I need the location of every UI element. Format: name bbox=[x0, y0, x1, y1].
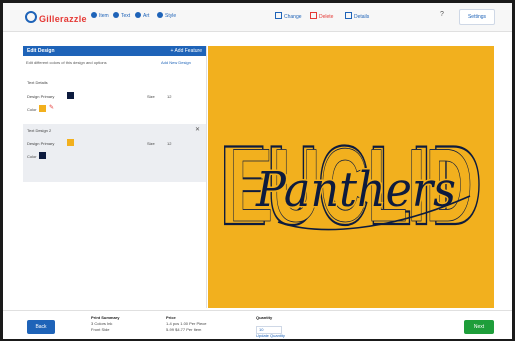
size-value[interactable]: 12 bbox=[167, 141, 171, 146]
section-title: Text Details bbox=[27, 80, 48, 85]
sidebar-title: Edit Design bbox=[27, 48, 55, 54]
step-icon bbox=[157, 12, 163, 18]
panthers-script-text[interactable]: Panthers bbox=[254, 161, 458, 220]
fill-color-label: Color bbox=[27, 107, 37, 112]
sidebar-header: Edit Design + Add Feature bbox=[23, 46, 206, 56]
close-icon[interactable]: ✕ bbox=[195, 126, 200, 133]
step-icon bbox=[91, 12, 97, 18]
settings-button[interactable]: Settings bbox=[459, 9, 495, 25]
update-quantity-link[interactable]: Update Quantity bbox=[256, 333, 285, 339]
change-icon bbox=[275, 12, 282, 19]
delete-icon bbox=[310, 12, 317, 19]
fill-color-label: Color bbox=[27, 154, 37, 159]
step-style[interactable]: Style bbox=[157, 12, 176, 19]
change-link[interactable]: Change bbox=[275, 12, 302, 20]
pencil-icon[interactable]: ✎ bbox=[49, 104, 54, 111]
design-artwork: EUCLID EUCLID EUCLID Panthers bbox=[219, 122, 483, 249]
back-button[interactable]: Back bbox=[27, 320, 55, 334]
size-value[interactable]: 12 bbox=[167, 94, 171, 99]
sidebar-subtitle: Edit different colors of this design and… bbox=[26, 60, 107, 65]
details-icon bbox=[345, 12, 352, 19]
add-feature-button[interactable]: + Add Feature bbox=[170, 46, 202, 56]
bottom-bar: Back Print Summary 3 Colors Ink Front Si… bbox=[3, 310, 512, 339]
step-text[interactable]: Text bbox=[113, 12, 130, 19]
add-new-design-link[interactable]: Add New Design bbox=[161, 60, 191, 65]
size-label: Size bbox=[147, 94, 155, 99]
primary-color-swatch[interactable] bbox=[67, 139, 74, 146]
next-button[interactable]: Next bbox=[464, 320, 494, 334]
step-item[interactable]: Item bbox=[91, 12, 109, 19]
print-summary: Print Summary 3 Colors Ink Front Side bbox=[91, 315, 120, 332]
quantity-heading: Quantity bbox=[256, 315, 273, 320]
panel-divider bbox=[206, 46, 207, 308]
section-title: Text Design 2 bbox=[27, 128, 52, 133]
app-logo[interactable]: Gillerazzle bbox=[25, 11, 87, 24]
step-icon bbox=[135, 12, 141, 18]
step-art[interactable]: Art bbox=[135, 12, 149, 19]
help-icon[interactable]: ? bbox=[440, 11, 444, 18]
price-info: Price 1-4 pcs 1.00 Per Piece 5-99 $4.77 … bbox=[166, 315, 207, 332]
primary-color-label: Design Primary bbox=[27, 141, 55, 146]
text-section-2: Text Design 2 ✕ Design Primary Size 12 C… bbox=[23, 124, 206, 182]
details-link[interactable]: Details bbox=[345, 12, 369, 20]
top-bar: Gillerazzle Item Text Art Style Change D… bbox=[3, 3, 512, 32]
logo-icon bbox=[25, 11, 37, 23]
fill-color-swatch[interactable] bbox=[39, 152, 46, 159]
delete-link[interactable]: Delete bbox=[310, 12, 333, 20]
size-label: Size bbox=[147, 141, 155, 146]
app-window: Gillerazzle Item Text Art Style Change D… bbox=[0, 0, 515, 341]
step-icon bbox=[113, 12, 119, 18]
design-canvas[interactable]: EUCLID EUCLID EUCLID Panthers bbox=[208, 46, 494, 308]
design-sidebar: Edit Design + Add Feature Edit different… bbox=[23, 46, 206, 308]
primary-color-label: Design Primary bbox=[27, 94, 55, 99]
primary-color-swatch[interactable] bbox=[67, 92, 74, 99]
fill-color-swatch[interactable] bbox=[39, 105, 46, 112]
